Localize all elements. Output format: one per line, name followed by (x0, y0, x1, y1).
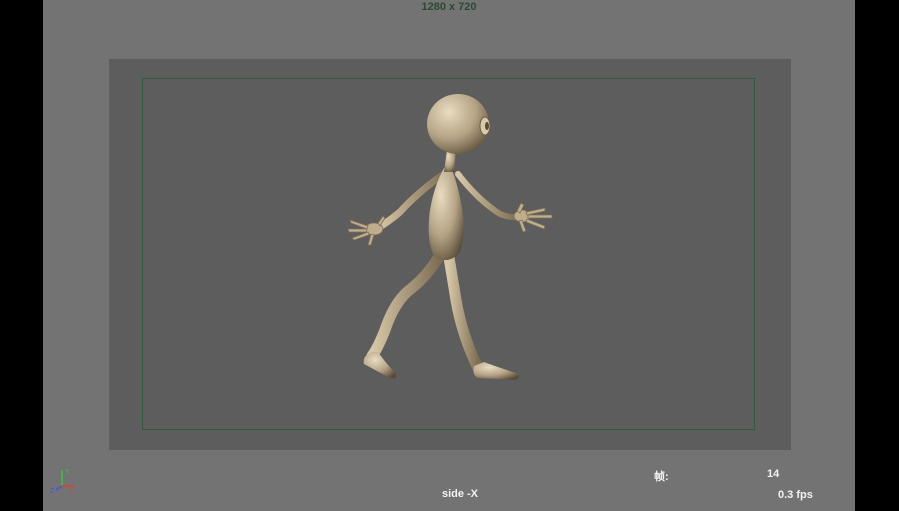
fps-label: 0.3 fps (778, 489, 813, 501)
axis-x-label: X (69, 489, 73, 494)
resolution-label: 1280 x 720 (421, 1, 477, 13)
frame-value: 14 (767, 468, 780, 480)
viewport-panel[interactable]: 1280 x 720 side -X 帧: 14 0.3 fps (43, 0, 855, 511)
resolution-gate (142, 78, 755, 430)
camera-name-label: side -X (441, 488, 479, 500)
frame-label: 帧: (654, 471, 669, 483)
axis-orientation-icon: Y Z X (50, 469, 74, 494)
axis-y-label: Y (65, 469, 70, 476)
film-gate (109, 59, 791, 450)
axis-z-label: Z (50, 488, 55, 494)
